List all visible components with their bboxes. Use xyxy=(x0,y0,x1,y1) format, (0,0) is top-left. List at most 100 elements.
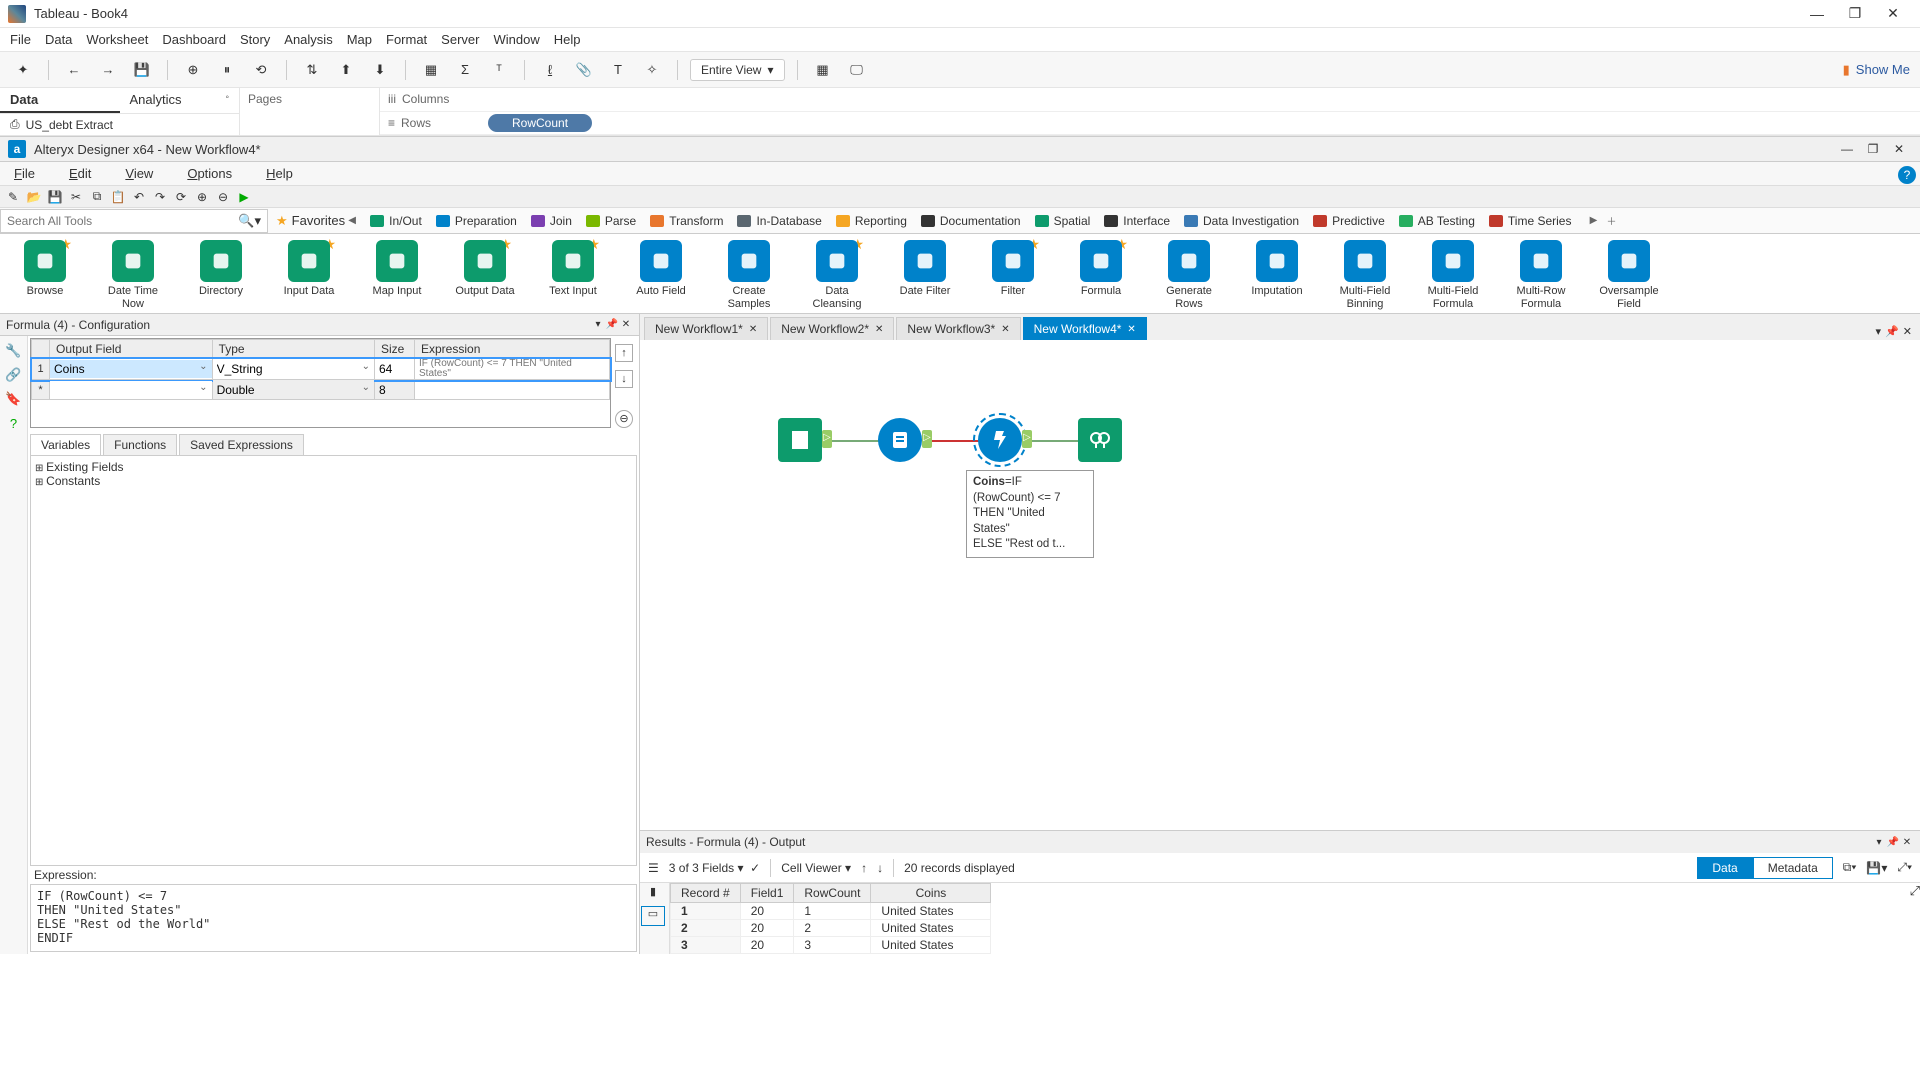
alt-menu-edit[interactable]: Edit xyxy=(69,166,91,181)
tool-map-input[interactable]: Map Input xyxy=(362,240,432,298)
tool-multi-field-binning[interactable]: Multi-Field Binning xyxy=(1330,240,1400,310)
menu-map[interactable]: Map xyxy=(347,32,372,47)
tab-variables[interactable]: Variables xyxy=(30,434,101,455)
columns-shelf[interactable]: iiiColumns xyxy=(380,88,1920,112)
fields-summary[interactable]: 3 of 3 Fields xyxy=(669,861,734,875)
col-field1[interactable]: Field1 xyxy=(740,884,794,903)
col-coins[interactable]: Coins xyxy=(871,884,991,903)
favorites-label[interactable]: Favorites xyxy=(292,213,345,228)
menu-analysis[interactable]: Analysis xyxy=(284,32,332,47)
node-formula[interactable] xyxy=(978,418,1022,462)
sort-up-icon[interactable]: ↑ xyxy=(861,861,867,875)
menu-server[interactable]: Server xyxy=(441,32,479,47)
tool-auto-field[interactable]: Auto Field xyxy=(626,240,696,298)
label-icon[interactable]: T xyxy=(605,57,631,83)
help-icon[interactable]: ? xyxy=(1898,166,1916,184)
results-pin-icon[interactable]: 📌 xyxy=(1886,837,1900,848)
category-join[interactable]: Join xyxy=(524,212,579,230)
workflow-tab[interactable]: New Workflow4*✕ xyxy=(1023,317,1147,340)
category-time-series[interactable]: Time Series xyxy=(1482,212,1579,230)
category-parse[interactable]: Parse xyxy=(579,212,643,230)
tableau-start-icon[interactable]: ✦ xyxy=(10,57,36,83)
tool-data-cleansing[interactable]: ★Data Cleansing xyxy=(802,240,872,310)
run-icon[interactable]: ▶ xyxy=(235,188,253,206)
field-type-input[interactable] xyxy=(213,360,374,378)
save-icon[interactable]: 💾 xyxy=(46,188,64,206)
redo-icon[interactable]: ↷ xyxy=(151,188,169,206)
tool-oversample-field[interactable]: Oversample Field xyxy=(1594,240,1664,310)
tabs-pin-icon[interactable]: 📌 xyxy=(1885,325,1899,338)
config-wrench-icon[interactable]: 🔧 xyxy=(5,342,23,360)
pause-icon[interactable]: ⏸ xyxy=(214,57,240,83)
undo-icon[interactable]: ↶ xyxy=(130,188,148,206)
pin-icon[interactable]: 📎 xyxy=(571,57,597,83)
tab-close-icon[interactable]: ✕ xyxy=(749,324,757,335)
new-datasource-icon[interactable]: ⊕ xyxy=(180,57,206,83)
category-transform[interactable]: Transform xyxy=(643,212,730,230)
category-reporting[interactable]: Reporting xyxy=(829,212,914,230)
node-text-input[interactable] xyxy=(778,418,822,462)
results-row[interactable]: 1201United States xyxy=(671,903,991,920)
menu-help[interactable]: Help xyxy=(554,32,581,47)
config-pin-icon[interactable]: 📌 xyxy=(605,319,619,330)
results-popout-icon[interactable]: ⤢▾ xyxy=(1897,860,1912,875)
rows-shelf[interactable]: ≡Rows RowCount xyxy=(380,112,1920,136)
back-icon[interactable]: ← xyxy=(61,57,87,83)
variables-tree[interactable]: Existing Fields Constants xyxy=(30,455,637,866)
toggle-data[interactable]: Data xyxy=(1697,857,1752,879)
menu-file[interactable]: File xyxy=(10,32,31,47)
move-down-button[interactable]: ↓ xyxy=(615,370,633,388)
menu-story[interactable]: Story xyxy=(240,32,270,47)
tab-functions[interactable]: Functions xyxy=(103,434,177,455)
save-icon[interactable]: 💾 xyxy=(129,57,155,83)
results-row[interactable]: 3203United States xyxy=(671,937,991,954)
results-row[interactable]: 2202United States xyxy=(671,920,991,937)
tool-date-time-now[interactable]: Date Time Now xyxy=(98,240,168,310)
tab-close-icon[interactable]: ✕ xyxy=(1127,324,1135,335)
show-me-button[interactable]: ▮Show Me xyxy=(1843,62,1910,78)
node-browse[interactable] xyxy=(1078,418,1122,462)
field-type-input-new[interactable] xyxy=(213,381,374,399)
tool-date-filter[interactable]: Date Filter xyxy=(890,240,960,298)
tool-multi-field-formula[interactable]: Multi-Field Formula xyxy=(1418,240,1488,310)
mark-icon[interactable]: ✧ xyxy=(639,57,665,83)
highlight-icon[interactable]: ℓ xyxy=(537,57,563,83)
delete-row-button[interactable]: ⊖ xyxy=(615,410,633,428)
tab-data[interactable]: Data xyxy=(0,88,120,113)
tab-close-icon[interactable]: ✕ xyxy=(1001,324,1009,335)
new-icon[interactable]: ✎ xyxy=(4,188,22,206)
tool-browse[interactable]: ★Browse xyxy=(10,240,80,298)
reload-icon[interactable]: ⟳ xyxy=(172,188,190,206)
tool-search[interactable]: 🔍▾ xyxy=(0,209,268,233)
config-close-icon[interactable]: ✕ xyxy=(619,319,633,330)
col-rowcount[interactable]: RowCount xyxy=(794,884,871,903)
workflow-tab[interactable]: New Workflow2*✕ xyxy=(770,317,894,340)
tab-saved-expressions[interactable]: Saved Expressions xyxy=(179,434,304,455)
config-link-icon[interactable]: 🔗 xyxy=(5,366,23,384)
data-metadata-toggle[interactable]: Data Metadata xyxy=(1697,857,1832,879)
config-help-icon[interactable]: ? xyxy=(5,414,23,432)
col-record[interactable]: Record # xyxy=(671,884,741,903)
menu-window[interactable]: Window xyxy=(493,32,539,47)
presentation-icon[interactable]: ▦ xyxy=(810,57,836,83)
dashboard-icon[interactable]: 🖵 xyxy=(844,57,870,83)
abc-icon[interactable]: ᵀ xyxy=(486,57,512,83)
results-close-icon[interactable]: ✕ xyxy=(1900,837,1914,848)
totals-icon[interactable]: Σ xyxy=(452,57,478,83)
field-size-input[interactable] xyxy=(375,360,414,378)
tree-constants[interactable]: Constants xyxy=(35,474,632,488)
zoom-out-icon[interactable]: ⊖ xyxy=(214,188,232,206)
alteryx-restore-button[interactable]: ❐ xyxy=(1860,139,1886,159)
search-input[interactable] xyxy=(7,214,234,228)
tool-imputation[interactable]: Imputation xyxy=(1242,240,1312,298)
row-pill-rowcount[interactable]: RowCount xyxy=(488,114,592,132)
menu-format[interactable]: Format xyxy=(386,32,427,47)
menu-worksheet[interactable]: Worksheet xyxy=(86,32,148,47)
category-predictive[interactable]: Predictive xyxy=(1306,212,1392,230)
results-expand-icon[interactable]: ⤢ xyxy=(1910,883,1920,954)
config-tag-icon[interactable]: 🔖 xyxy=(5,390,23,408)
search-icon[interactable]: 🔍▾ xyxy=(238,213,261,229)
field-row-new[interactable]: * xyxy=(32,380,610,400)
tab-analytics[interactable]: Analytics ◦ xyxy=(120,88,240,113)
refresh-icon[interactable]: ⟲ xyxy=(248,57,274,83)
